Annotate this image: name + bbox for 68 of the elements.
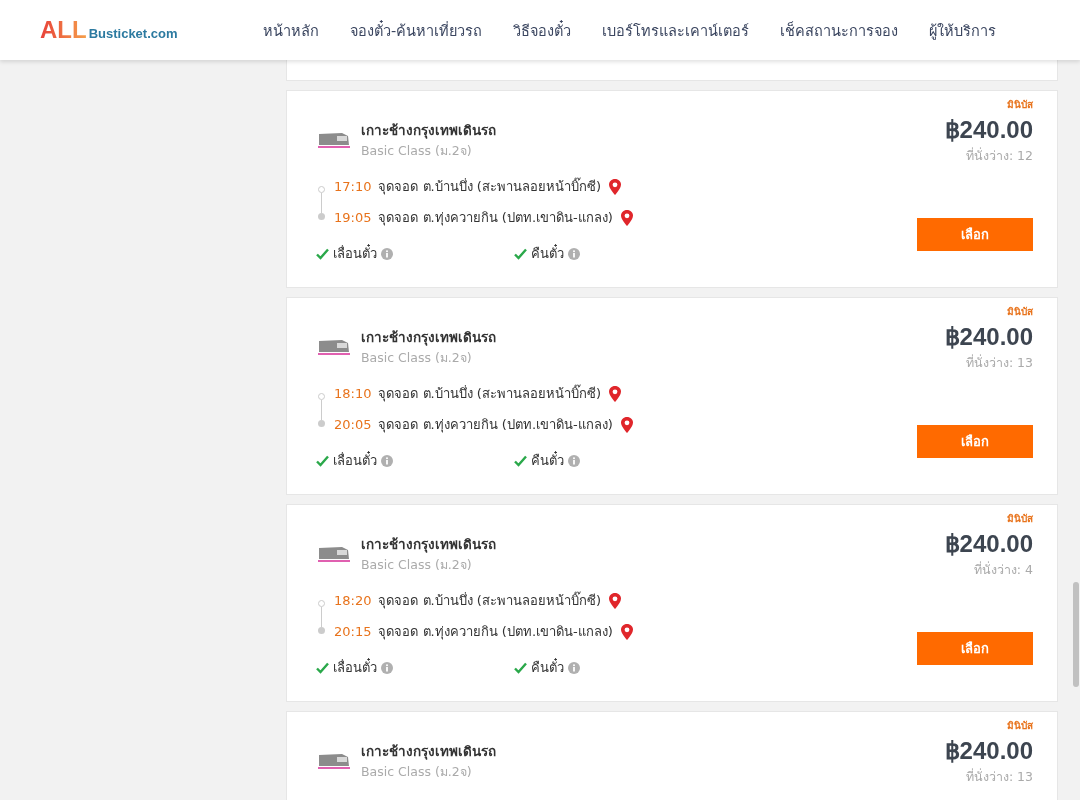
info-icon xyxy=(568,454,580,467)
info-icon xyxy=(568,247,580,260)
bus-class: Basic Class (ม.2จ) xyxy=(361,556,473,574)
info-icon xyxy=(381,661,393,674)
stop-time: 18:20 xyxy=(334,593,372,608)
stop-time: 20:05 xyxy=(334,417,372,432)
map-pin-icon xyxy=(619,415,634,434)
price: ฿240.00 xyxy=(944,737,1033,765)
operator-name: เกาะช้างกรุงเทพเดินรถ xyxy=(361,328,496,348)
map-pin-icon xyxy=(619,622,634,641)
stop-place: จุดจอด ต.ทุ่งควายกิน (ปตท.เขาดิน-แกลง) xyxy=(378,623,613,642)
map-pin-icon xyxy=(608,177,622,196)
feature-label: คืนตั๋ว xyxy=(531,243,564,263)
feature-label: เลื่อนตั๋ว xyxy=(333,243,377,263)
bus-logo-icon xyxy=(316,130,352,150)
seats-available: ที่นั่งว่าง: 12 xyxy=(965,146,1033,165)
seats-available: ที่นั่งว่าง: 4 xyxy=(973,560,1033,579)
map-pin-icon xyxy=(608,384,622,403)
check-icon xyxy=(316,247,329,260)
stop-time: 18:10 xyxy=(334,386,372,401)
bus-class: Basic Class (ม.2จ) xyxy=(361,763,473,781)
bus-class: Basic Class (ม.2จ) xyxy=(361,349,473,367)
nav-link[interactable]: จองตั๋ว-ค้นหาเที่ยวรถ xyxy=(350,18,483,42)
info-icon xyxy=(381,454,393,467)
bus-class: Basic Class (ม.2จ) xyxy=(361,142,473,160)
bus-logo-icon xyxy=(316,544,352,564)
nav-link[interactable]: ผู้ให้บริการ xyxy=(929,18,997,42)
price: ฿240.00 xyxy=(944,323,1033,351)
logo-domain[interactable]: Busticket.com xyxy=(88,26,178,41)
operator-name: เกาะช้างกรุงเทพเดินรถ xyxy=(361,742,496,762)
operator-name: เกาะช้างกรุงเทพเดินรถ xyxy=(361,535,496,555)
check-icon xyxy=(514,454,527,467)
feature-label: คืนตั๋ว xyxy=(531,450,564,470)
seats-available: ที่นั่งว่าง: 13 xyxy=(965,353,1033,372)
seats-available: ที่นั่งว่าง: 13 xyxy=(965,767,1033,786)
stop-place: จุดจอด ต.บ้านบึ่ง (สะพานลอยหน้าบิ๊กซี) xyxy=(378,590,601,611)
bus-logo-icon xyxy=(316,337,352,357)
price: ฿240.00 xyxy=(944,530,1033,558)
bus-type-label: มินิบัส xyxy=(1007,98,1033,112)
info-icon xyxy=(381,247,393,260)
bus-type-label: มินิบัส xyxy=(1007,305,1033,319)
nav-link[interactable]: หน้าหลัก xyxy=(263,18,319,42)
bus-logo-icon xyxy=(316,751,352,771)
bus-type-label: มินิบัส xyxy=(1007,719,1033,733)
stop-place: จุดจอด ต.ทุ่งควายกิน (ปตท.เขาดิน-แกลง) xyxy=(378,209,613,228)
nav-link[interactable]: วิธีจองตั๋ว xyxy=(513,18,572,42)
operator-name: เกาะช้างกรุงเทพเดินรถ xyxy=(361,121,496,141)
stop-time: 17:10 xyxy=(334,179,372,194)
check-icon xyxy=(514,247,527,260)
price: ฿240.00 xyxy=(944,116,1033,144)
check-icon xyxy=(514,661,527,674)
info-icon xyxy=(568,661,580,674)
feature-label: คืนตั๋ว xyxy=(531,657,564,677)
feature-label: เลื่อนตั๋ว xyxy=(333,657,377,677)
check-icon xyxy=(316,454,329,467)
stop-time: 20:15 xyxy=(334,624,372,639)
map-pin-icon xyxy=(608,591,622,610)
feature-label: เลื่อนตั๋ว xyxy=(333,450,377,470)
stop-place: จุดจอด ต.บ้านบึ่ง (สะพานลอยหน้าบิ๊กซี) xyxy=(378,176,601,197)
nav-link[interactable]: เช็คสถานะการจอง xyxy=(780,18,899,42)
scrollbar[interactable] xyxy=(1073,582,1079,687)
nav-link[interactable]: เบอร์โทรและเคาน์เตอร์ xyxy=(602,18,750,42)
map-pin-icon xyxy=(619,208,634,227)
stop-time: 19:05 xyxy=(334,210,372,225)
stop-place: จุดจอด ต.บ้านบึ่ง (สะพานลอยหน้าบิ๊กซี) xyxy=(378,383,601,404)
stop-place: จุดจอด ต.ทุ่งควายกิน (ปตท.เขาดิน-แกลง) xyxy=(378,416,613,435)
bus-type-label: มินิบัส xyxy=(1007,512,1033,526)
check-icon xyxy=(316,661,329,674)
